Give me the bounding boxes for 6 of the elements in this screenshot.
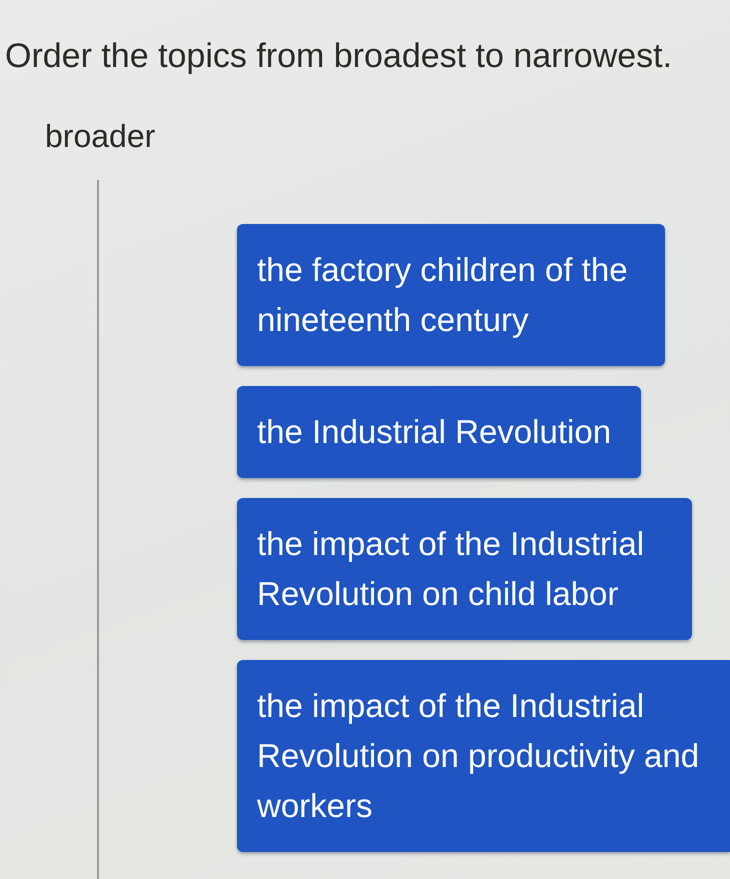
- topic-card[interactable]: the impact of the Industrial Revolution on child labor: [237, 498, 692, 640]
- question-prompt: Order the topics from broadest to narrowest.: [5, 36, 672, 76]
- topic-card[interactable]: the factory children of the nineteenth century: [237, 224, 665, 366]
- topic-card[interactable]: the impact of the Industrial Revolution on productivity and workers: [237, 660, 730, 852]
- scale-label: broader: [45, 118, 156, 154]
- topic-card[interactable]: the Industrial Revolution: [237, 386, 642, 478]
